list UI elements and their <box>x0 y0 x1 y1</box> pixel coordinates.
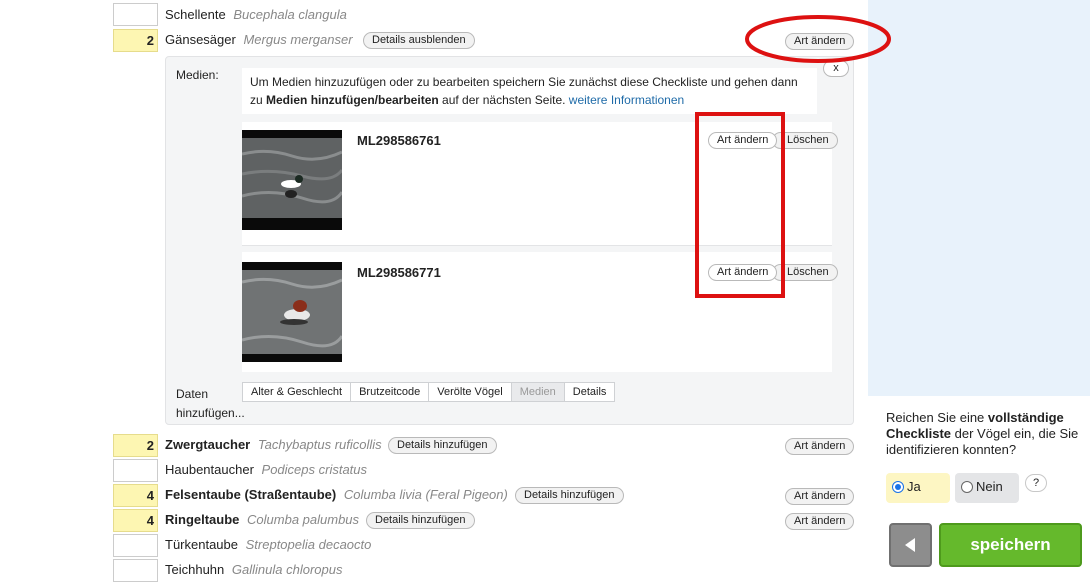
add-details-button[interactable]: Details hinzufügen <box>515 487 624 504</box>
delete-media-button[interactable]: Löschen <box>772 132 838 149</box>
media-info-emphasis: Medien hinzufügen/bearbeiten <box>266 93 439 107</box>
count-input[interactable]: 2 <box>113 29 158 52</box>
species-common-name: Gänsesäger <box>165 32 236 47</box>
radio-yes[interactable]: Ja <box>886 473 950 503</box>
species-scientific-name: Podiceps cristatus <box>261 462 368 477</box>
back-button[interactable] <box>889 523 932 567</box>
tab-breeding-code[interactable]: Brutzeitcode <box>351 383 430 401</box>
species-row: Türkentaube Streptopelia decaocto <box>165 537 371 552</box>
count-input[interactable] <box>113 459 158 482</box>
data-tabs: Alter & Geschlecht Brutzeitcode Verölte … <box>242 382 616 402</box>
tab-media[interactable]: Medien <box>511 383 565 401</box>
species-row: Ringeltaube Columba palumbus <box>165 512 359 527</box>
media-thumbnail[interactable] <box>242 262 342 362</box>
change-media-species-button[interactable]: Art ändern <box>708 264 778 281</box>
species-common-name: Haubentaucher <box>165 462 254 477</box>
more-info-link[interactable]: weitere Informationen <box>569 93 684 107</box>
tab-details[interactable]: Details <box>565 383 615 401</box>
count-input[interactable] <box>113 3 158 26</box>
species-row: Zwergtaucher Tachybaptus ruficollis <box>165 437 382 452</box>
question-text: Reichen Sie eine <box>886 410 988 425</box>
media-label: Medien: <box>176 68 219 82</box>
species-scientific-name: Columba palumbus <box>247 512 360 527</box>
count-input[interactable]: 2 <box>113 434 158 457</box>
radio-unselected-icon[interactable] <box>961 481 973 493</box>
change-media-species-button[interactable]: Art ändern <box>708 132 778 149</box>
count-input[interactable]: 4 <box>113 509 158 532</box>
count-input[interactable] <box>113 534 158 557</box>
add-data-label: Daten hinzufügen... <box>176 387 245 420</box>
species-common-name: Felsentaube (Straßentaube) <box>165 487 337 502</box>
save-button[interactable]: speichern <box>939 523 1082 567</box>
change-species-button[interactable]: Art ändern <box>785 33 855 50</box>
media-info-box: Um Medien hinzuzufügen oder zu bearbeite… <box>242 68 817 114</box>
radio-no[interactable]: Nein <box>955 473 1019 503</box>
species-scientific-name: Streptopelia decaocto <box>245 537 372 552</box>
media-thumbnail[interactable] <box>242 130 342 230</box>
radio-no-label: Nein <box>976 479 1003 494</box>
species-common-name: Türkentaube <box>165 537 238 552</box>
media-id: ML298586771 <box>357 265 441 280</box>
close-panel-button[interactable]: x <box>823 60 849 77</box>
change-species-button[interactable]: Art ändern <box>785 438 855 455</box>
back-arrow-icon <box>905 538 915 552</box>
tab-age-sex[interactable]: Alter & Geschlecht <box>243 383 352 401</box>
media-info-text-end: auf der nächsten Seite. <box>438 93 569 107</box>
species-row: Haubentaucher Podiceps cristatus <box>165 462 367 477</box>
hide-details-button[interactable]: Details ausblenden <box>363 32 475 49</box>
complete-checklist-question: Reichen Sie eine vollständige Checkliste… <box>886 410 1082 458</box>
add-details-button[interactable]: Details hinzufügen <box>388 437 497 454</box>
count-input[interactable]: 4 <box>113 484 158 507</box>
species-row: Schellente Bucephala clangula <box>165 7 347 22</box>
species-row: Felsentaube (Straßentaube) Columba livia… <box>165 487 508 502</box>
species-common-name: Ringeltaube <box>165 512 240 527</box>
species-common-name: Zwergtaucher <box>165 437 251 452</box>
species-row: Gänsesäger Mergus merganser <box>165 32 353 47</box>
species-scientific-name: Gallinula chloropus <box>231 562 343 577</box>
species-scientific-name: Mergus merganser <box>243 32 353 47</box>
species-scientific-name: Columba livia (Feral Pigeon) <box>343 487 508 502</box>
delete-media-button[interactable]: Löschen <box>772 264 838 281</box>
tab-oiled-birds[interactable]: Verölte Vögel <box>429 383 512 401</box>
radio-selected-icon[interactable] <box>892 481 904 493</box>
media-id: ML298586761 <box>357 133 441 148</box>
species-row: Teichhuhn Gallinula chloropus <box>165 562 342 577</box>
change-species-button[interactable]: Art ändern <box>785 488 855 505</box>
species-common-name: Teichhuhn <box>165 562 225 577</box>
species-scientific-name: Tachybaptus ruficollis <box>257 437 382 452</box>
count-input[interactable] <box>113 559 158 582</box>
species-scientific-name: Bucephala clangula <box>233 7 347 22</box>
species-common-name: Schellente <box>165 7 226 22</box>
radio-yes-label: Ja <box>907 479 921 494</box>
help-button[interactable]: ? <box>1025 474 1047 492</box>
change-species-button[interactable]: Art ändern <box>785 513 855 530</box>
add-details-button[interactable]: Details hinzufügen <box>366 512 475 529</box>
